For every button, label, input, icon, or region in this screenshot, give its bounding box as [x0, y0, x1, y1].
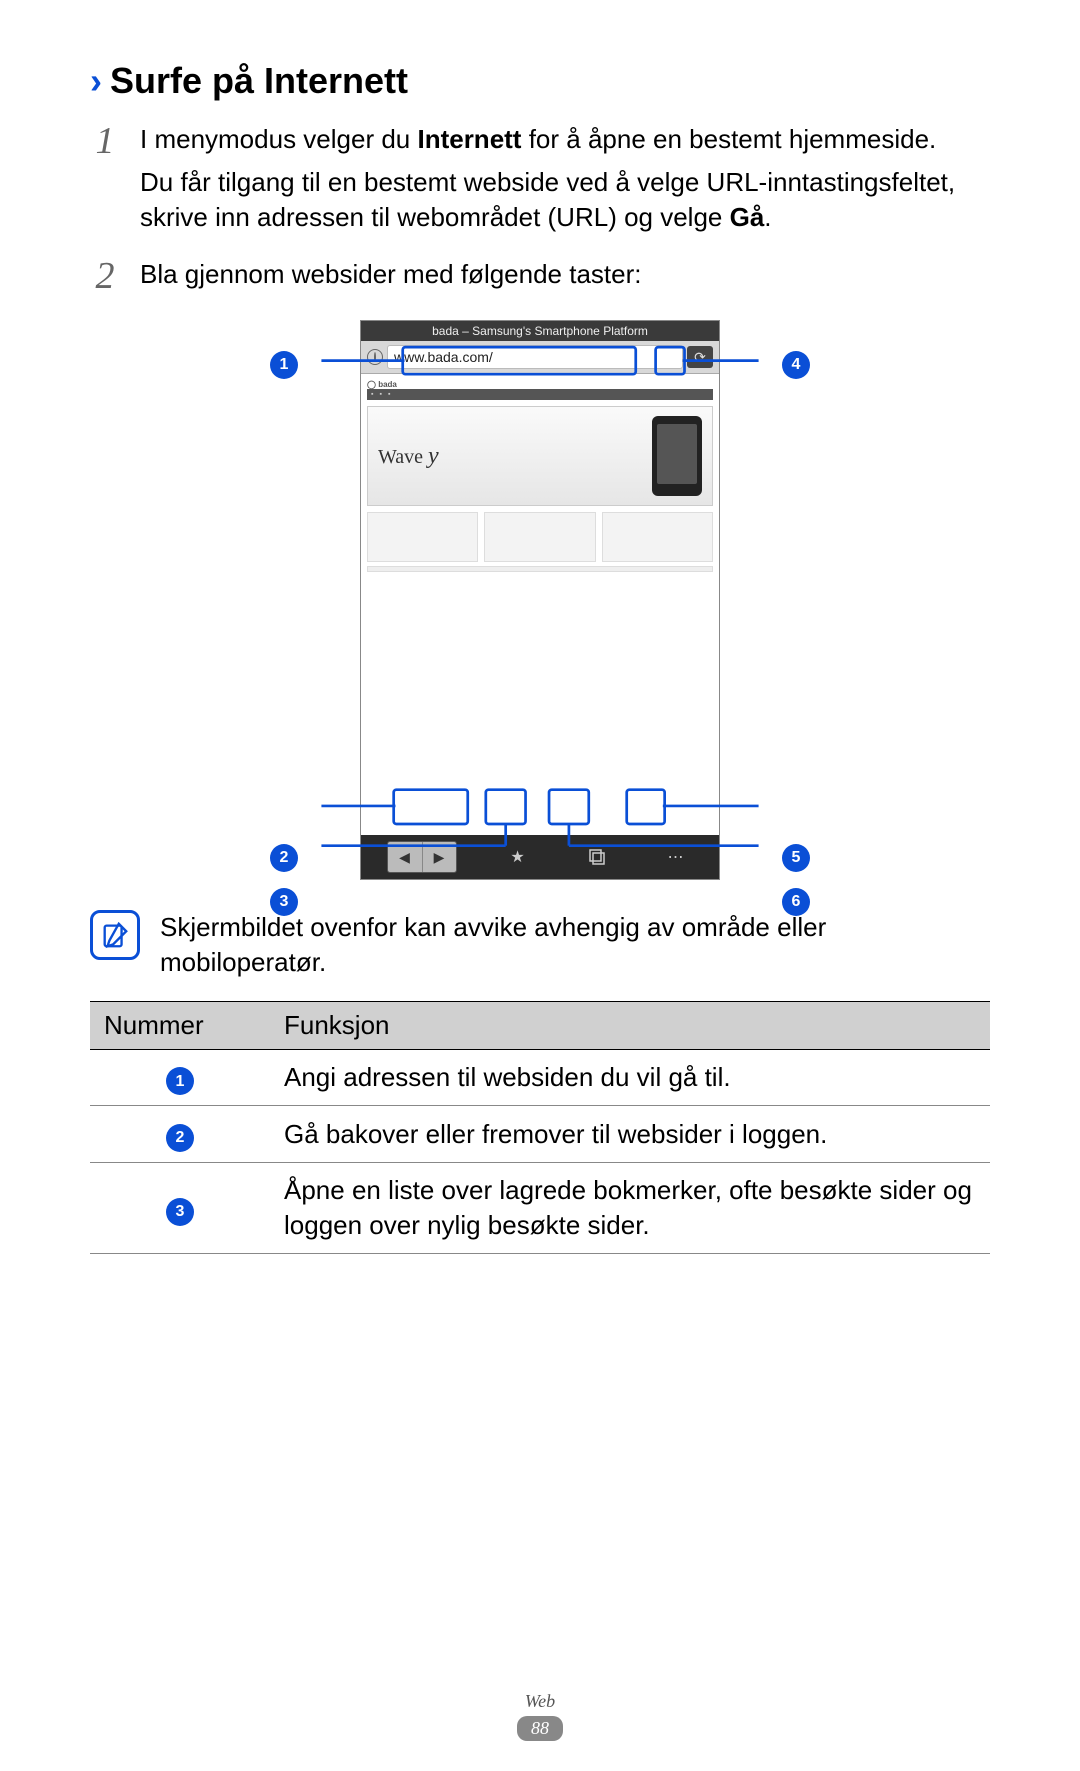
row-number: 3	[166, 1198, 194, 1226]
note-icon	[90, 910, 140, 960]
text: Du får tilgang til en bestemt webside ve…	[140, 167, 955, 232]
step-body: Bla gjennom websider med følgende taster…	[140, 257, 990, 300]
section-heading: › Surfe på Internett	[90, 60, 990, 102]
row-function: Angi adressen til websiden du vil gå til…	[270, 1049, 990, 1106]
table-row: 1 Angi adressen til websiden du vil gå t…	[90, 1049, 990, 1106]
more-button[interactable]: ⋯	[658, 842, 694, 872]
row-function: Gå bakover eller fremover til websider i…	[270, 1106, 990, 1163]
note-text: Skjermbildet ovenfor kan avvike avhengig…	[160, 910, 990, 980]
callout-4: 4	[782, 351, 810, 379]
table-row: 3 Åpne en liste over lagrede bokmerker, …	[90, 1163, 990, 1254]
text: I menymodus velger du	[140, 124, 417, 154]
row-function: Åpne en liste over lagrede bokmerker, of…	[270, 1163, 990, 1254]
step-body: I menymodus velger du Internett for å åp…	[140, 122, 990, 243]
footer-section: Web	[0, 1691, 1080, 1712]
callout-5: 5	[782, 844, 810, 872]
step-number: 2	[90, 257, 120, 300]
page-footer: Web 88	[0, 1691, 1080, 1741]
table-row: 2 Gå bakover eller fremover til websider…	[90, 1106, 990, 1163]
note-block: Skjermbildet ovenfor kan avvike avhengig…	[90, 910, 990, 980]
bookmark-button[interactable]: ★	[500, 842, 536, 872]
globe-icon	[367, 349, 383, 365]
browser-screenshot: 1 4 2 5 3 6 bada – Samsung's Smartphone …	[270, 320, 810, 880]
back-button[interactable]: ◀	[388, 842, 422, 872]
browser-title: bada – Samsung's Smartphone Platform	[361, 321, 719, 341]
table-header-function: Funksjon	[270, 1001, 990, 1049]
heading-text: Surfe på Internett	[110, 60, 408, 102]
step-2: 2 Bla gjennom websider med følgende tast…	[90, 257, 990, 300]
page-number: 88	[517, 1716, 563, 1741]
forward-button[interactable]: ▶	[422, 842, 456, 872]
site-logo: ◯ bada	[367, 380, 397, 389]
text: Bla gjennom websider med følgende taster…	[140, 257, 990, 292]
url-bar: www.bada.com/ ⟳	[361, 341, 719, 374]
callout-2: 2	[270, 844, 298, 872]
web-content: ◯ bada ▪▪▪ Wave y	[361, 374, 719, 835]
text: for å åpne en bestemt hjemmeside.	[521, 124, 936, 154]
callout-1: 1	[270, 351, 298, 379]
bold-text: Gå	[730, 202, 765, 232]
function-table: Nummer Funksjon 1 Angi adressen til webs…	[90, 1001, 990, 1255]
row-number: 2	[166, 1124, 194, 1152]
text: .	[764, 202, 771, 232]
step-number: 1	[90, 122, 120, 243]
site-tabs: ▪▪▪	[367, 389, 713, 400]
windows-icon	[587, 847, 607, 867]
hero-banner: Wave y	[367, 406, 713, 506]
browser-toolbar: ◀ ▶ ★ ⋯	[361, 835, 719, 879]
phone-image	[652, 416, 702, 496]
row-number: 1	[166, 1067, 194, 1095]
refresh-button[interactable]: ⟳	[687, 346, 713, 368]
url-input[interactable]: www.bada.com/	[387, 345, 683, 369]
windows-button[interactable]	[579, 842, 615, 872]
step-1: 1 I menymodus velger du Internett for å …	[90, 122, 990, 243]
table-header-number: Nummer	[90, 1001, 270, 1049]
nav-buttons[interactable]: ◀ ▶	[387, 841, 457, 873]
phone-screen: bada – Samsung's Smartphone Platform www…	[360, 320, 720, 880]
chevron-right-icon: ›	[90, 60, 102, 102]
bold-text: Internett	[417, 124, 521, 154]
